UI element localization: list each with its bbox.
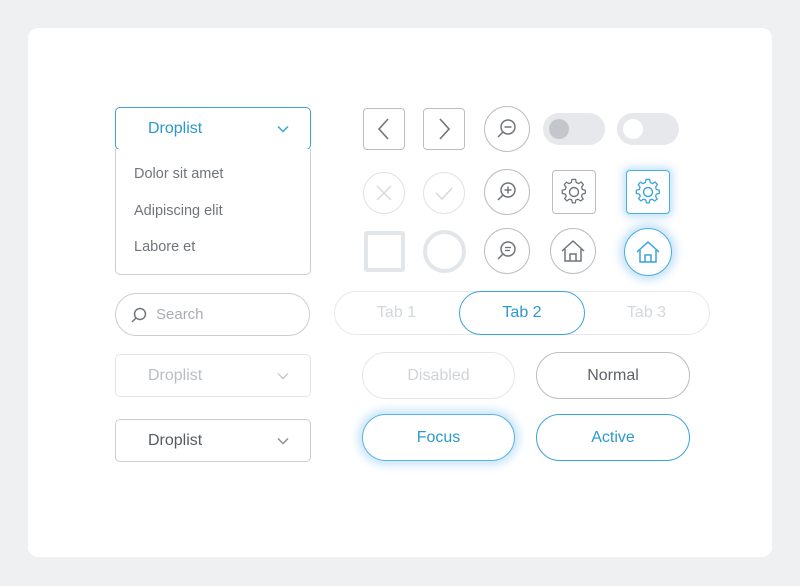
close-icon bbox=[376, 185, 392, 201]
next-button[interactable] bbox=[423, 108, 465, 150]
zoom-out-icon bbox=[497, 119, 516, 138]
chevron-down-icon bbox=[277, 125, 289, 133]
gear-icon bbox=[635, 178, 660, 204]
droplist-menu: Dolor sit amet Adipiscing elit Labore et bbox=[115, 149, 311, 275]
chevron-down-icon bbox=[277, 372, 289, 380]
toggle-off[interactable] bbox=[543, 113, 605, 145]
check-button bbox=[423, 172, 465, 214]
droplist-option[interactable]: Labore et bbox=[134, 239, 195, 255]
normal-button[interactable]: Normal bbox=[536, 352, 690, 399]
droplist-disabled: Droplist bbox=[115, 354, 311, 397]
tab-1[interactable]: Tab 1 bbox=[334, 304, 459, 322]
gear-icon bbox=[561, 178, 586, 204]
search-placeholder: Search bbox=[156, 306, 204, 323]
droplist-option[interactable]: Adipiscing elit bbox=[134, 203, 223, 219]
tab-2-active[interactable]: Tab 2 bbox=[459, 291, 585, 335]
tab-3[interactable]: Tab 3 bbox=[584, 304, 709, 322]
home-button-focused[interactable] bbox=[624, 228, 672, 276]
focus-button[interactable]: Focus bbox=[362, 414, 515, 461]
search-input[interactable]: Search bbox=[115, 293, 310, 336]
active-button[interactable]: Active bbox=[536, 414, 690, 461]
droplist-open[interactable]: Droplist bbox=[115, 107, 311, 150]
chat-search-icon bbox=[497, 241, 516, 260]
settings-button-focused[interactable] bbox=[626, 170, 670, 214]
close-button bbox=[363, 172, 405, 214]
toggle-knob bbox=[549, 119, 569, 139]
chevron-left-icon bbox=[377, 118, 389, 140]
search-icon bbox=[131, 307, 147, 323]
prev-button[interactable] bbox=[363, 108, 405, 150]
droplist-normal-label: Droplist bbox=[148, 431, 203, 449]
home-icon bbox=[636, 241, 660, 263]
home-button[interactable] bbox=[550, 228, 596, 274]
zoom-in-button[interactable] bbox=[484, 169, 530, 215]
check-icon bbox=[435, 187, 453, 201]
home-icon bbox=[561, 240, 585, 262]
toggle-knob bbox=[623, 119, 643, 139]
droplist-option[interactable]: Dolor sit amet bbox=[134, 166, 223, 182]
disabled-button: Disabled bbox=[362, 352, 515, 399]
zoom-in-icon bbox=[497, 182, 516, 201]
chevron-right-icon bbox=[439, 118, 451, 140]
zoom-out-button[interactable] bbox=[484, 106, 530, 152]
chat-search-button[interactable] bbox=[484, 228, 530, 274]
toggle-off-white[interactable] bbox=[617, 113, 679, 145]
chevron-down-icon bbox=[277, 437, 289, 445]
droplist-normal[interactable]: Droplist bbox=[115, 419, 311, 462]
droplist-open-label: Droplist bbox=[148, 119, 203, 137]
checkbox-empty[interactable] bbox=[364, 231, 405, 272]
settings-button[interactable] bbox=[552, 170, 596, 214]
droplist-disabled-label: Droplist bbox=[148, 366, 203, 384]
radio-empty[interactable] bbox=[423, 230, 466, 273]
